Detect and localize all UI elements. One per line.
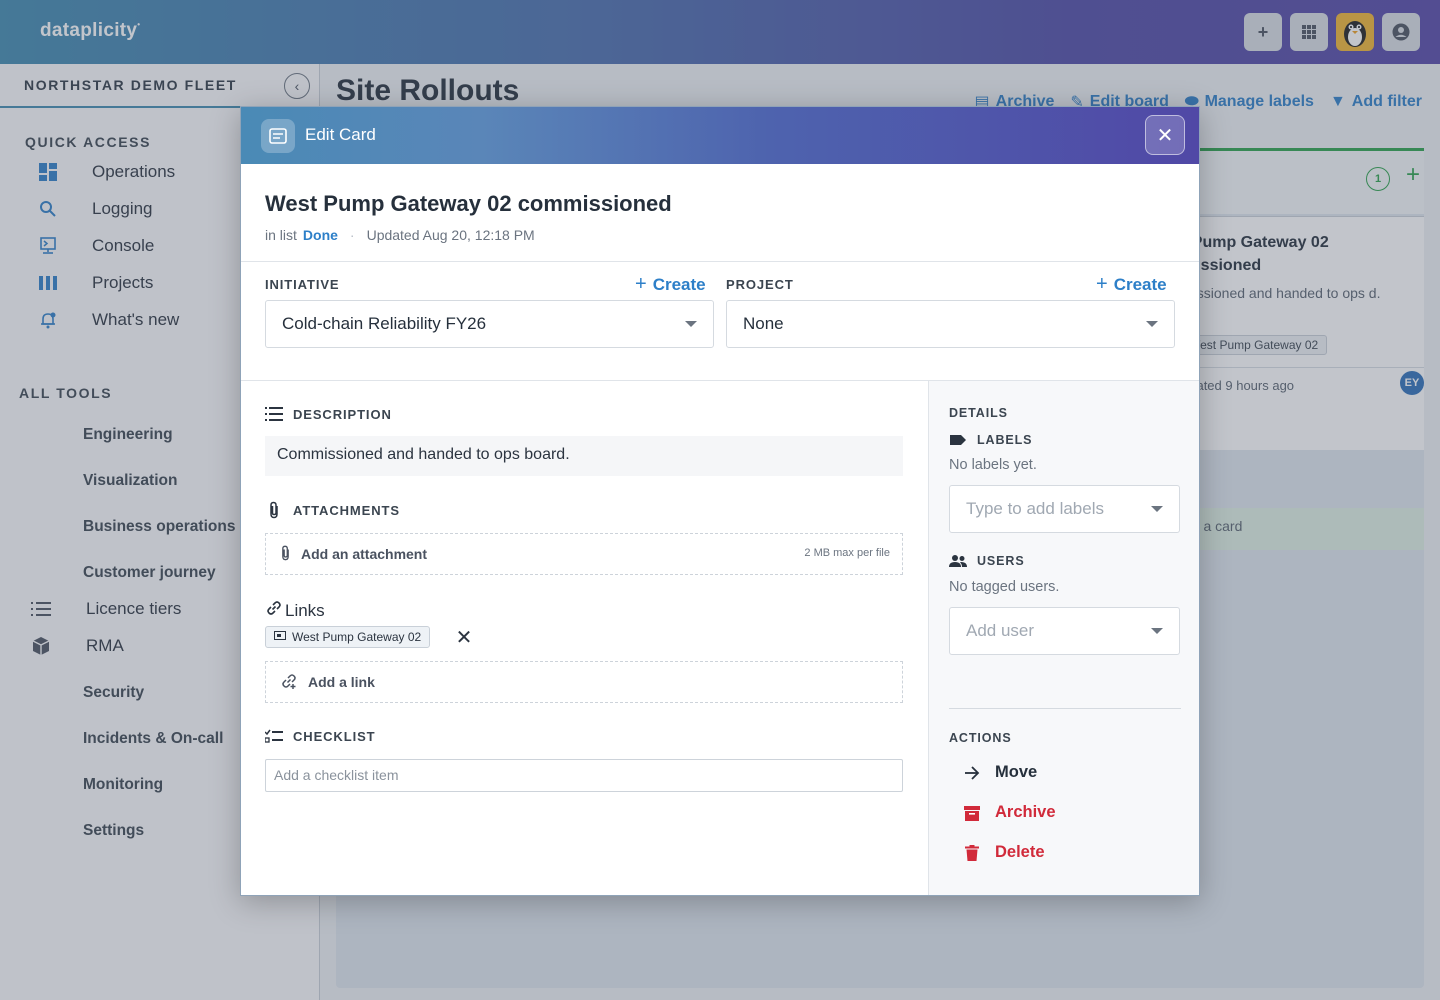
create-project-link[interactable]: + Create bbox=[1096, 273, 1167, 296]
caret-down-icon bbox=[685, 321, 697, 327]
description-section-label: DESCRIPTION bbox=[265, 405, 392, 423]
caret-down-icon bbox=[1146, 321, 1158, 327]
label-icon bbox=[949, 431, 967, 449]
initiative-select[interactable]: Cold-chain Reliability FY26 bbox=[265, 300, 714, 348]
link-icon bbox=[265, 599, 283, 622]
users-placeholder: Add user bbox=[966, 621, 1035, 640]
archive-box-icon bbox=[963, 804, 981, 822]
add-attachment-button[interactable]: Add an attachment 2 MB max per file bbox=[265, 533, 903, 575]
attachment-size-limit: 2 MB max per file bbox=[804, 547, 890, 559]
card-icon bbox=[261, 119, 295, 153]
card-title[interactable]: West Pump Gateway 02 commissioned bbox=[265, 191, 672, 217]
delete-card-button[interactable]: Delete bbox=[963, 843, 1045, 862]
users-title: USERS bbox=[977, 554, 1025, 568]
links-label: Links bbox=[285, 600, 325, 620]
description-icon bbox=[265, 405, 283, 423]
linked-device-chip[interactable]: West Pump Gateway 02 bbox=[265, 626, 431, 648]
divider bbox=[241, 261, 1199, 262]
labels-section-label: LABELS bbox=[949, 431, 1032, 449]
separator-dot: · bbox=[349, 227, 355, 243]
modal-header: Edit Card ✕ bbox=[241, 107, 1199, 164]
create-initiative-link[interactable]: + Create bbox=[635, 273, 706, 296]
plus-icon: + bbox=[635, 273, 647, 295]
labels-empty-text: No labels yet. bbox=[949, 457, 1037, 473]
card-subtitle: in list Done · Updated Aug 20, 12:18 PM bbox=[265, 227, 535, 243]
details-title: DETAILS bbox=[949, 406, 1008, 420]
paperclip-icon bbox=[265, 501, 283, 519]
attachments-label: ATTACHMENTS bbox=[293, 502, 400, 518]
list-name-link[interactable]: Done bbox=[303, 227, 338, 243]
labels-input[interactable]: Type to add labels bbox=[949, 485, 1180, 533]
add-link-icon bbox=[280, 672, 298, 693]
modal-title: Edit Card bbox=[305, 125, 376, 144]
trash-icon bbox=[963, 844, 981, 862]
project-value: None bbox=[743, 314, 784, 333]
device-icon bbox=[274, 630, 286, 644]
users-icon bbox=[949, 552, 967, 570]
checklist-icon bbox=[265, 727, 283, 745]
initiative-label: INITIATIVE bbox=[265, 277, 340, 292]
close-modal-button[interactable]: ✕ bbox=[1145, 115, 1185, 155]
details-pane: DETAILS LABELS No labels yet. Type to ad… bbox=[928, 381, 1199, 895]
add-attachment-label: Add an attachment bbox=[301, 546, 428, 562]
paperclip-icon bbox=[280, 545, 291, 564]
add-link-button[interactable]: Add a link bbox=[265, 661, 903, 703]
caret-down-icon bbox=[1151, 628, 1163, 634]
project-select[interactable]: None bbox=[726, 300, 1175, 348]
move-label: Move bbox=[995, 763, 1038, 781]
card-updated: Updated Aug 20, 12:18 PM bbox=[366, 227, 535, 243]
delete-label: Delete bbox=[995, 843, 1045, 861]
users-input[interactable]: Add user bbox=[949, 607, 1180, 655]
create-project-label: Create bbox=[1113, 274, 1167, 294]
create-initiative-label: Create bbox=[652, 274, 706, 294]
close-icon: ✕ bbox=[1156, 124, 1174, 147]
caret-down-icon bbox=[1151, 506, 1163, 512]
arrow-right-icon bbox=[963, 764, 981, 782]
actions-title: ACTIONS bbox=[949, 731, 1012, 745]
remove-link-button[interactable]: ✕ bbox=[453, 626, 475, 649]
initiative-value: Cold-chain Reliability FY26 bbox=[282, 314, 487, 333]
checklist-label: CHECKLIST bbox=[293, 728, 376, 744]
edit-card-modal: Edit Card ✕ West Pump Gateway 02 commiss… bbox=[240, 106, 1200, 896]
archive-card-button[interactable]: Archive bbox=[963, 803, 1056, 822]
users-empty-text: No tagged users. bbox=[949, 579, 1060, 595]
add-link-label: Add a link bbox=[308, 674, 375, 690]
in-list-prefix: in list bbox=[265, 227, 297, 243]
attachments-section-label: ATTACHMENTS bbox=[265, 501, 400, 519]
description-label: DESCRIPTION bbox=[293, 406, 392, 422]
users-section-label: USERS bbox=[949, 552, 1025, 570]
links-section-label: Links bbox=[265, 599, 325, 622]
linked-device-label: West Pump Gateway 02 bbox=[292, 630, 422, 644]
labels-placeholder: Type to add labels bbox=[966, 499, 1104, 518]
close-icon: ✕ bbox=[455, 626, 473, 649]
archive-label: Archive bbox=[995, 803, 1056, 821]
plus-icon: + bbox=[1096, 273, 1108, 295]
labels-title: LABELS bbox=[977, 433, 1033, 447]
divider bbox=[949, 708, 1181, 709]
description-text[interactable]: Commissioned and handed to ops board. bbox=[265, 436, 903, 476]
move-card-button[interactable]: Move bbox=[963, 763, 1037, 782]
checklist-section-label: CHECKLIST bbox=[265, 727, 376, 745]
checklist-input[interactable]: Add a checklist item bbox=[265, 759, 903, 792]
project-label: PROJECT bbox=[726, 277, 794, 292]
